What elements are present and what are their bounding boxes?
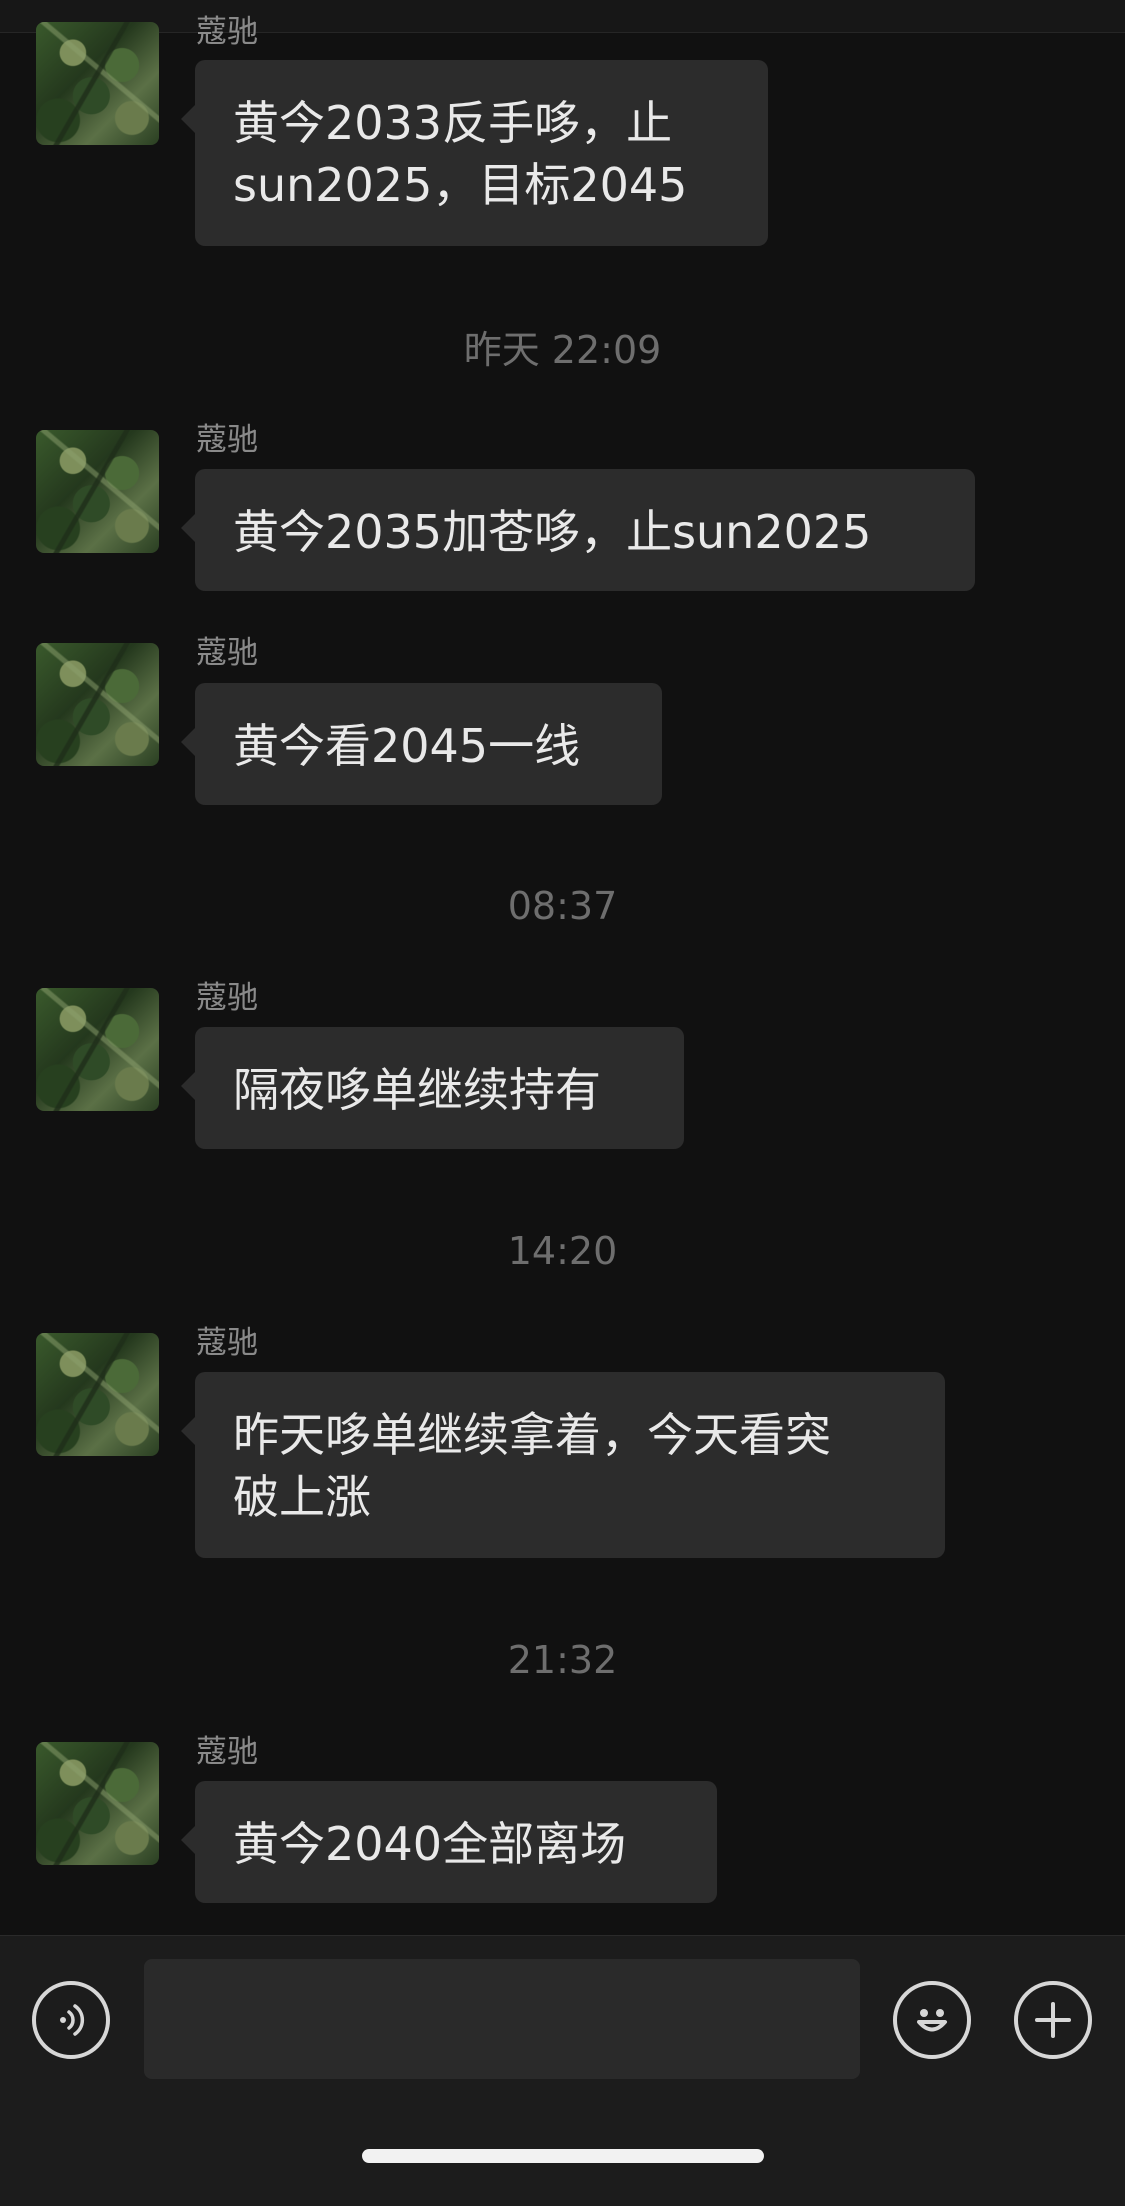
- message-line: 隔夜哆单继续持有: [233, 1063, 601, 1117]
- plus-icon: [1035, 2002, 1071, 2038]
- message-line: 昨天哆单继续拿着，今天看突: [233, 1408, 831, 1462]
- message-bubble[interactable]: 黄今2033反手哆，止 sun2025，目标2045: [181, 60, 768, 246]
- message-bubble[interactable]: 黄今2035加苍哆，止sun2025: [181, 469, 975, 591]
- avatar[interactable]: [36, 430, 159, 553]
- message-line: 破上涨: [233, 1470, 371, 1524]
- message-bubble[interactable]: 黄今2040全部离场: [181, 1781, 717, 1903]
- avatar[interactable]: [36, 22, 159, 145]
- timestamp: 21:32: [507, 1638, 618, 1682]
- message-line: 黄今看2045一线: [233, 719, 581, 773]
- avatar[interactable]: [36, 1333, 159, 1456]
- timestamp: 昨天 22:09: [463, 328, 662, 372]
- plus-button[interactable]: [1014, 1981, 1092, 2059]
- emoji-button[interactable]: [893, 1981, 971, 2059]
- voice-button[interactable]: [32, 1981, 110, 2059]
- message-line: 黄今2035加苍哆，止sun2025: [233, 505, 872, 559]
- avatar[interactable]: [36, 1742, 159, 1865]
- message-line: 黄今2040全部离场: [233, 1817, 627, 1871]
- chat-area[interactable]: 蔻驰 黄今2033反手哆，止 sun2025，目标2045 昨天 22:09 蔻…: [0, 0, 1125, 1935]
- emoji-icon: [917, 2009, 947, 2032]
- input-bar: [0, 1935, 1125, 2206]
- sender-name: 蔻驰: [196, 980, 258, 1016]
- message-line: 黄今2033反手哆，止: [233, 96, 673, 150]
- sender-name: 蔻驰: [196, 1734, 258, 1770]
- timestamp: 14:20: [507, 1229, 618, 1273]
- timestamp: 08:37: [507, 884, 618, 928]
- message-bubble[interactable]: 昨天哆单继续拿着，今天看突 破上涨: [181, 1372, 945, 1558]
- message-bubble[interactable]: 黄今看2045一线: [181, 683, 662, 805]
- home-indicator: [362, 2149, 764, 2163]
- avatar[interactable]: [36, 643, 159, 766]
- sender-name: 蔻驰: [196, 1325, 258, 1361]
- avatar[interactable]: [36, 988, 159, 1111]
- message-bubble[interactable]: 隔夜哆单继续持有: [181, 1027, 684, 1149]
- sender-name: 蔻驰: [196, 635, 258, 671]
- sender-name: 蔻驰: [196, 14, 258, 50]
- message-input[interactable]: [144, 1959, 860, 2079]
- voice-icon: [60, 2004, 85, 2036]
- message-line: sun2025，目标2045: [233, 158, 688, 212]
- sender-name: 蔻驰: [196, 422, 258, 458]
